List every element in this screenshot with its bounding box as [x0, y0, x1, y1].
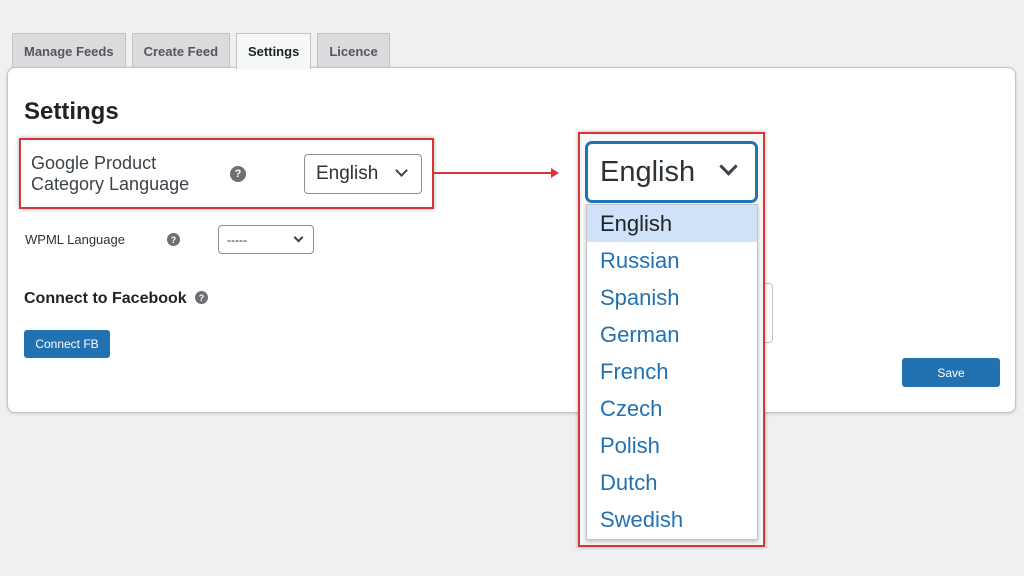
tab-manage-feeds[interactable]: Manage Feeds: [12, 33, 126, 68]
language-options-list: English Russian Spanish German French Cz…: [586, 204, 758, 540]
save-button[interactable]: Save: [902, 358, 1000, 387]
option-polish[interactable]: Polish: [587, 427, 757, 464]
option-russian[interactable]: Russian: [587, 242, 757, 279]
callout-connector-line: [433, 172, 553, 174]
option-czech[interactable]: Czech: [587, 390, 757, 427]
option-swedish[interactable]: Swedish: [587, 501, 757, 538]
option-english[interactable]: English: [587, 205, 757, 242]
help-icon[interactable]: ?: [230, 166, 246, 182]
zoomed-language-value: English: [600, 155, 696, 188]
tab-settings[interactable]: Settings: [236, 33, 312, 69]
page-title: Settings: [24, 98, 119, 125]
option-german[interactable]: German: [587, 316, 757, 353]
callout-arrow-icon: [551, 168, 559, 178]
chevron-down-icon: [395, 164, 408, 177]
wpml-language-select[interactable]: -----: [218, 225, 314, 254]
google-category-highlight: Google Product Category Language ? Engli…: [19, 138, 434, 209]
help-icon[interactable]: ?: [195, 291, 208, 304]
tab-licence[interactable]: Licence: [317, 33, 390, 68]
chevron-down-icon: [293, 232, 304, 243]
wpml-language-label: WPML Language: [25, 232, 125, 247]
connect-facebook-title: Connect to Facebook: [24, 290, 187, 307]
help-icon[interactable]: ?: [167, 233, 180, 246]
nav-tabs: Manage Feeds Create Feed Settings Licenc…: [12, 33, 390, 69]
tab-create-feed[interactable]: Create Feed: [131, 33, 231, 68]
google-category-select[interactable]: English: [304, 154, 422, 194]
chevron-down-icon: [719, 157, 738, 176]
option-spanish[interactable]: Spanish: [587, 279, 757, 316]
settings-panel: Settings Google Product Category Languag…: [7, 67, 1016, 413]
google-category-value: English: [316, 163, 379, 184]
zoomed-dropdown-callout: English English Russian Spanish German F…: [578, 132, 765, 547]
zoomed-language-select[interactable]: English: [585, 141, 758, 203]
option-french[interactable]: French: [587, 353, 757, 390]
wpml-language-value: -----: [227, 232, 247, 247]
google-category-label: Google Product Category Language: [31, 153, 190, 194]
option-dutch[interactable]: Dutch: [587, 464, 757, 501]
connect-fb-button[interactable]: Connect FB: [24, 330, 110, 358]
